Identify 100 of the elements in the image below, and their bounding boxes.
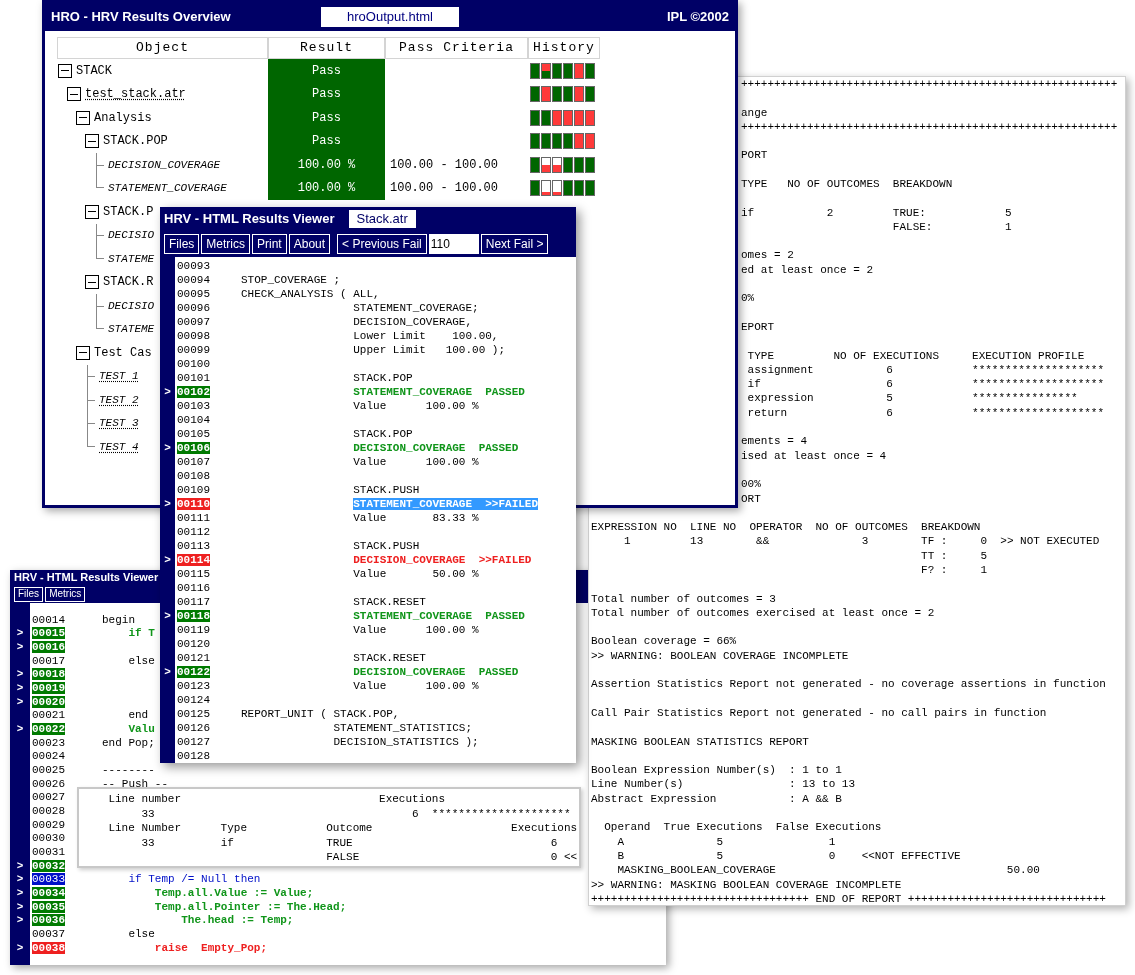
report-line: TYPE NO OF OUTCOMES BREAKDOWN: [741, 177, 953, 192]
tree-label[interactable]: STATEME: [108, 321, 155, 338]
line-marker: >: [16, 682, 24, 695]
window-title: HRO - HRV Results Overview: [51, 8, 232, 27]
tree-label[interactable]: STATEMENT_COVERAGE: [108, 180, 227, 197]
line-number: 00034: [32, 886, 65, 899]
toolbar-button[interactable]: About: [288, 233, 331, 254]
line-number: 00018: [32, 668, 65, 681]
tree-label[interactable]: TEST 4: [99, 438, 139, 455]
tree-label[interactable]: DECISIO: [108, 297, 155, 314]
file-tab[interactable]: Stack.atr: [348, 209, 416, 228]
line-number: 00123: [177, 680, 210, 692]
tree-label[interactable]: STACK.R: [103, 273, 154, 292]
line-number: 00105: [177, 428, 210, 440]
report-line: assignment 6 ********************: [747, 362, 1105, 378]
line-number: 00096: [177, 302, 210, 314]
previous-fail-button[interactable]: < Previous Fail: [337, 233, 427, 254]
column-header: Result: [268, 37, 385, 59]
line-number: 00033: [32, 873, 65, 886]
report-line: PORT: [741, 148, 768, 164]
code-text: end: [128, 709, 149, 722]
code-text: --------: [102, 764, 155, 777]
line-number: 00098: [177, 330, 210, 342]
toolbar-button[interactable]: Files: [14, 586, 44, 602]
report-line: 0%: [741, 291, 755, 307]
code-text: raise Empty_Pop;: [154, 941, 268, 954]
tree-toggle[interactable]: [85, 275, 99, 290]
line-number: 00126: [177, 722, 210, 734]
line-marker: >: [16, 641, 24, 654]
report-line: A 5 1: [617, 834, 836, 850]
tree-label[interactable]: TEST 2: [99, 391, 139, 408]
line-number: 00032: [32, 859, 65, 872]
line-number: 00108: [177, 470, 210, 482]
toolbar-button[interactable]: Print: [252, 233, 287, 254]
fail-line-field[interactable]: 110: [428, 233, 479, 254]
criteria-cell-text: 100.00 - 100.00: [389, 180, 500, 198]
tree-toggle[interactable]: [76, 345, 90, 360]
code-text: STACK.PUSH: [353, 484, 420, 496]
tree-label[interactable]: TEST 1: [99, 368, 139, 385]
tree-toggle[interactable]: [76, 110, 90, 125]
tree-toggle[interactable]: [85, 204, 99, 219]
code-text: else: [128, 927, 155, 940]
tree-toggle[interactable]: [67, 87, 81, 102]
code-text: Value 100.00 %: [353, 400, 479, 412]
line-number: 00094: [177, 274, 210, 286]
toolbar-button[interactable]: Metrics: [45, 586, 86, 602]
code-text: begin: [102, 613, 136, 626]
line-number: 00103: [177, 400, 210, 412]
line-number: 00093: [177, 260, 210, 272]
line-number: 00127: [177, 736, 210, 748]
toolbar-button[interactable]: Metrics: [201, 233, 250, 254]
report-line: TT : 5: [921, 548, 988, 564]
tree-toggle[interactable]: [85, 134, 99, 149]
tree-label[interactable]: Analysis: [94, 108, 152, 127]
tooltip-line: 33 if TRUE 6: [141, 835, 558, 851]
line-marker: >: [16, 723, 24, 736]
tree-label[interactable]: test_stack.atr: [85, 85, 186, 104]
report-line: ised at least once = 4: [741, 448, 887, 464]
report-line: FALSE: 1: [892, 219, 1012, 235]
line-number: 00121: [177, 652, 210, 664]
tree-label[interactable]: STACK.POP: [103, 132, 168, 151]
line-number: 00101: [177, 372, 210, 384]
report-line: EXPRESSION NO LINE NO OPERATOR NO OF OUTCOMES BREAKDOWN: [591, 520, 981, 536]
line-number: 00015: [32, 627, 65, 640]
code-text: Upper Limit 100.00 );: [353, 344, 506, 356]
tree-label[interactable]: STATEME: [108, 250, 155, 267]
code-text: STOP_COVERAGE ;: [241, 274, 341, 286]
line-marker: >: [16, 668, 24, 681]
line-number: 00017: [32, 654, 65, 667]
line-number: 00122: [177, 666, 210, 678]
line-marker: >: [16, 941, 24, 954]
code-text: STACK.POP: [353, 372, 413, 384]
line-marker: >: [164, 610, 171, 622]
report-line: 00%: [741, 477, 761, 493]
code-text: DECISION_STATISTICS );: [333, 736, 479, 748]
line-marker: >: [164, 666, 171, 678]
tree-label[interactable]: TEST 3: [99, 415, 139, 432]
next-fail-button[interactable]: Next Fail >: [480, 233, 549, 254]
tree-label[interactable]: DECISIO: [108, 227, 155, 244]
tree-label[interactable]: DECISION_COVERAGE: [108, 156, 221, 173]
code-text: else: [128, 654, 155, 667]
code-text: STACK.RESET: [353, 652, 426, 664]
line-number: 00019: [32, 682, 65, 695]
report-line: if 6 ********************: [747, 377, 1105, 393]
toolbar-button[interactable]: Files: [164, 233, 200, 254]
line-number: 00112: [177, 526, 210, 538]
report-line: Total number of outcomes = 3: [591, 591, 776, 607]
report-line: +++++++++++++++++++++++++++++++++++++++++++++++++++++++++: [741, 76, 1118, 92]
line-number: 00106: [177, 442, 210, 454]
report-line: expression 5 ****************: [747, 391, 1078, 407]
line-number: 00114: [177, 554, 210, 566]
column-header: Pass Criteria: [385, 37, 528, 59]
tree-label[interactable]: STACK: [76, 61, 112, 80]
report-line: Boolean coverage = 66%: [591, 634, 737, 650]
tree-label[interactable]: Test Cas: [94, 343, 152, 362]
tree-label[interactable]: STACK.P: [103, 202, 154, 221]
tree-toggle[interactable]: [58, 63, 72, 78]
report-line: Line Number(s) : 13 to 13: [591, 777, 856, 793]
line-marker: >: [164, 498, 171, 510]
report-line: Total number of outcomes exercised at least once = 2: [591, 605, 935, 621]
